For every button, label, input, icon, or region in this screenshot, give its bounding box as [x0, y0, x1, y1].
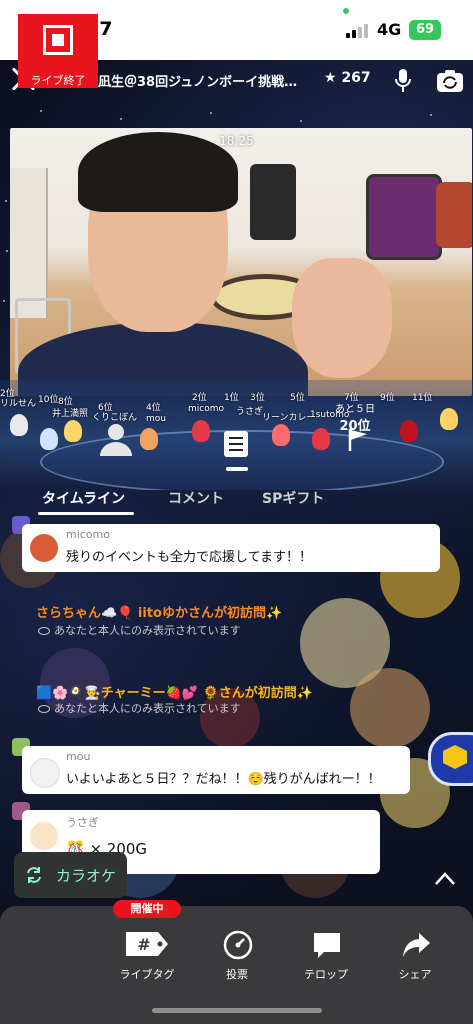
rank-label: 3位 — [250, 393, 265, 403]
fan-avatar — [140, 428, 158, 450]
active-tab-indicator — [38, 512, 134, 515]
drag-handle[interactable] — [226, 467, 248, 471]
eye-icon — [38, 627, 50, 635]
video-door — [10, 168, 48, 318]
private-note-text: あなたと本人にのみ表示されています — [54, 624, 241, 637]
star-count[interactable]: ★ 267 — [324, 70, 371, 86]
comment-text: いよいよあと５日？？だね！！☺️残りがんばれー！！ — [66, 772, 381, 787]
rank-label: 9位 — [380, 393, 395, 403]
video-drum — [436, 182, 472, 248]
tab-timeline[interactable]: タイムライン — [42, 488, 125, 508]
fan-avatar — [64, 420, 82, 442]
tab-sp-gift[interactable]: SPギフト — [262, 488, 324, 508]
star-icon: ★ — [324, 70, 337, 86]
visit-message: さらちゃん☁️🎈 iitoゆかさんが初訪問✨ — [36, 602, 282, 621]
flag-icon[interactable] — [347, 428, 369, 452]
visit-message-text: 🟦🌸🍳👨‍🍳チャーミー🍓💕 🌻さんが初訪問✨ — [36, 686, 313, 701]
chevron-up-icon[interactable] — [434, 868, 456, 890]
share-label: シェア — [398, 968, 432, 981]
user-avatar — [30, 822, 58, 850]
comment-username: mou — [66, 750, 91, 763]
network-type: 4G — [377, 20, 402, 39]
rank-label: 11位 — [412, 393, 433, 403]
tab-comments[interactable]: コメント — [168, 488, 224, 508]
privacy-indicator — [343, 8, 349, 14]
refresh-icon — [27, 867, 41, 883]
private-note: あなたと本人にのみ表示されています — [38, 700, 241, 716]
speech-bubble-icon — [314, 933, 340, 958]
gauge-icon — [223, 930, 253, 960]
user-avatar — [30, 758, 60, 788]
karaoke-label: カラオケ — [56, 867, 117, 885]
rank-name: うさぎ — [236, 407, 264, 417]
fan-avatar — [192, 420, 210, 442]
fan-avatar — [40, 428, 58, 450]
fan-avatar — [440, 408, 458, 430]
battery-indicator: 69 — [409, 20, 441, 40]
vote-label: 投票 — [226, 968, 248, 981]
fan-avatar — [10, 414, 28, 436]
svg-text:#: # — [137, 935, 150, 954]
video-drum — [250, 164, 296, 240]
comment-text: 残りのイベントも全力で応援してます！！ — [66, 550, 312, 565]
rank-label: 2位 — [192, 393, 207, 403]
video-drum — [366, 174, 442, 260]
hexagon-icon — [443, 745, 467, 769]
document-icon[interactable] — [222, 430, 250, 458]
fan-avatar — [400, 420, 418, 442]
share-arrow-icon — [403, 933, 430, 957]
star-count-value: 267 — [341, 70, 371, 86]
rank-label: 4位 — [146, 403, 161, 413]
rank-name: mou — [146, 414, 166, 424]
rank-name: リルせん — [0, 399, 37, 409]
eye-icon — [38, 705, 50, 713]
event-countdown: あと５日 — [335, 404, 375, 415]
live-tag-button[interactable]: # ライブタグ — [107, 920, 187, 994]
rank-name: リーンカレー — [262, 413, 316, 423]
event-badge-button[interactable] — [428, 732, 473, 786]
rank-name: micomo — [188, 404, 224, 414]
live-tag-status-badge: 開催中 — [113, 900, 181, 918]
timeline-tabs: タイムライン コメント SPギフト — [0, 484, 473, 518]
live-tag-label: ライブタグ — [119, 968, 175, 981]
user-avatar — [30, 534, 58, 562]
user-silhouette-icon[interactable] — [98, 420, 134, 456]
end-live-button[interactable]: ライブ終了 — [18, 14, 98, 88]
home-indicator — [152, 1008, 322, 1013]
visit-message: 🟦🌸🍳👨‍🍳チャーミー🍓💕 🌻さんが初訪問✨ — [36, 682, 313, 701]
private-note: あなたと本人にのみ表示されています — [38, 622, 241, 638]
telop-button[interactable]: テロップ — [286, 920, 366, 994]
share-button[interactable]: シェア — [375, 920, 455, 994]
rank-label: 1位 — [224, 393, 239, 403]
visit-message-text: さらちゃん☁️🎈 iitoゆかさんが初訪問✨ — [36, 606, 283, 621]
fan-avatar — [312, 428, 330, 450]
private-note-text: あなたと本人にのみ表示されています — [54, 702, 241, 715]
signal-icon — [346, 24, 370, 38]
microphone-icon[interactable] — [394, 68, 412, 94]
comment-card[interactable]: micomo 残りのイベントも全力で応援してます！！ — [22, 524, 440, 572]
rank-label: 10位 — [38, 395, 59, 405]
comment-card[interactable]: mou いよいよあと５日？？だね！！☺️残りがんばれー！！ — [22, 746, 410, 794]
comment-username: うさぎ — [66, 816, 99, 829]
switch-camera-icon[interactable] — [436, 68, 464, 94]
rank-label: 5位 — [290, 393, 305, 403]
fan-avatar — [272, 424, 290, 446]
end-live-label: ライブ終了 — [30, 74, 86, 87]
live-video[interactable] — [10, 128, 472, 396]
telop-label: テロップ — [304, 968, 348, 981]
vote-button[interactable]: 投票 — [197, 920, 277, 994]
stop-icon — [43, 25, 73, 55]
rank-name: 井上満照 — [52, 409, 89, 419]
comment-username: micomo — [66, 528, 110, 541]
waving-hand — [292, 258, 392, 378]
streamer — [18, 132, 308, 396]
room-title[interactable]: 大坪凪生＠38回ジュノンボーイ挑戦… — [72, 71, 318, 90]
karaoke-button[interactable]: カラオケ — [14, 852, 127, 898]
video-timestamp: 18:25 — [219, 134, 254, 148]
hashtag-tag-icon: # — [126, 932, 168, 956]
